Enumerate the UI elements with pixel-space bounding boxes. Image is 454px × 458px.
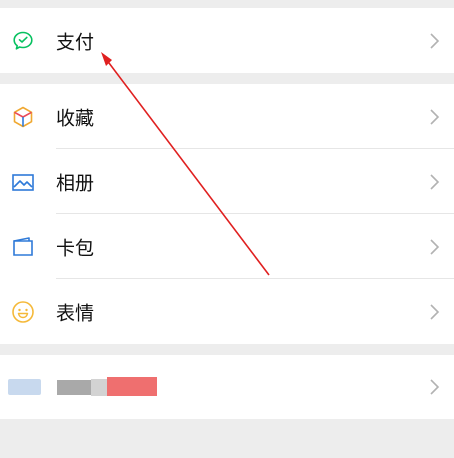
menu-item-redacted[interactable]	[0, 355, 454, 419]
section-collections: 收藏 相册 卡包 表情	[0, 84, 454, 344]
section-gap	[0, 344, 454, 355]
menu-item-favorites[interactable]: 收藏	[0, 84, 454, 149]
redacted-icon-placeholder	[8, 379, 41, 395]
section-pay: 支付	[0, 8, 454, 73]
chevron-right-icon	[430, 379, 440, 395]
section-settings	[0, 355, 454, 419]
image-icon	[10, 169, 36, 195]
menu-item-favorites-label: 收藏	[56, 107, 95, 129]
cube-icon	[10, 104, 36, 130]
chevron-right-icon	[430, 108, 440, 125]
menu-item-cards-label: 卡包	[56, 237, 95, 259]
menu-item-stickers[interactable]: 表情	[0, 279, 454, 344]
menu-item-album-label: 相册	[56, 172, 95, 194]
menu-item-pay-label: 支付	[56, 31, 95, 53]
wechat-pay-icon	[10, 28, 36, 54]
section-gap	[0, 73, 454, 84]
top-gap	[0, 0, 454, 8]
menu-item-cards[interactable]: 卡包	[0, 214, 454, 279]
smiley-icon	[10, 299, 36, 325]
menu-item-stickers-label: 表情	[56, 302, 95, 324]
chevron-right-icon	[430, 173, 440, 190]
chevron-right-icon	[430, 238, 440, 255]
card-wallet-icon	[10, 234, 36, 260]
chevron-right-icon	[430, 32, 440, 49]
menu-item-pay[interactable]: 支付	[0, 8, 454, 73]
redacted-text-block	[107, 377, 157, 396]
redacted-text-block	[57, 380, 91, 395]
redacted-text-block	[91, 379, 107, 396]
chevron-right-icon	[430, 303, 440, 320]
menu-item-album[interactable]: 相册	[0, 149, 454, 214]
